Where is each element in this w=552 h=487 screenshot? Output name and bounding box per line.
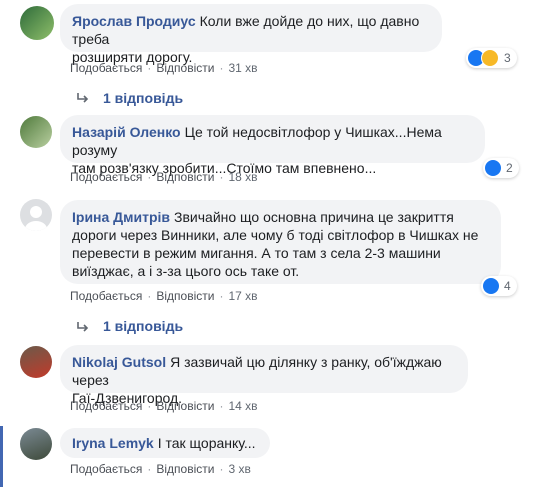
- reply-link[interactable]: Відповісти: [156, 462, 214, 476]
- reaction-count: 2: [506, 161, 513, 175]
- view-replies-link[interactable]: 1 відповідь: [103, 90, 183, 106]
- like-link[interactable]: Подобається: [70, 170, 142, 184]
- comment-text: Звичайно що основна причина це закриття: [174, 209, 454, 225]
- reply-link[interactable]: Відповісти: [156, 170, 214, 184]
- new-comment-indicator: [0, 426, 3, 487]
- comment-author[interactable]: Ірина Дмитрів: [72, 209, 170, 225]
- comment-time[interactable]: 17 хв: [228, 289, 257, 303]
- comment-actions: Подобається · Відповісти · 3 хв: [70, 462, 251, 476]
- comment-author[interactable]: Ярослав Продиус: [72, 13, 196, 29]
- default-user-icon: [25, 206, 47, 231]
- reply-arrow-icon: [77, 322, 89, 332]
- avatar[interactable]: [20, 6, 54, 40]
- avatar-placeholder[interactable]: [20, 199, 52, 231]
- comment-author[interactable]: Назарій Оленко: [72, 124, 181, 140]
- comment-author[interactable]: Iryna Lemyk: [72, 435, 154, 451]
- reply-link[interactable]: Відповісти: [156, 61, 214, 75]
- reactions-badge[interactable]: 2: [483, 158, 519, 178]
- avatar[interactable]: [20, 428, 52, 460]
- comment-author[interactable]: Nikolaj Gutsol: [72, 354, 166, 370]
- reply-link[interactable]: Відповісти: [156, 289, 214, 303]
- comment-text: перевести в режим мигання. А то там з се…: [72, 245, 441, 261]
- comment-time[interactable]: 18 хв: [228, 170, 257, 184]
- comment-bubble: Назарій Оленко Це той недосвітлофор у Чиш…: [60, 115, 485, 176]
- comment-bubble: Ірина Дмитрів Звичайно що основна причина…: [60, 200, 501, 284]
- comment-actions: Подобається · Відповісти · 31 хв: [70, 61, 258, 75]
- reaction-count: 4: [504, 279, 511, 293]
- comment-text: виїзджає, а і з-за цього ось таке от.: [72, 263, 300, 279]
- reaction-count: 3: [504, 51, 511, 65]
- comment-time[interactable]: 14 хв: [228, 399, 257, 413]
- comment-bubble: Ярослав Продиус Коли вже дойде до них, що…: [60, 4, 442, 65]
- comment-bubble: Iryna Lemyk І так щоранку...: [60, 428, 270, 458]
- reply-link[interactable]: Відповісти: [156, 399, 214, 413]
- comment-actions: Подобається · Відповісти · 17 хв: [70, 289, 258, 303]
- comment-time[interactable]: 31 хв: [228, 61, 257, 75]
- comment-bubble: Nikolaj Gutsol Я зазвичай цю ділянку з ра…: [60, 345, 468, 406]
- like-reaction-icon: [485, 160, 501, 176]
- haha-reaction-icon: [481, 49, 499, 67]
- like-link[interactable]: Подобається: [70, 399, 142, 413]
- avatar[interactable]: [20, 346, 52, 378]
- comment-actions: Подобається · Відповісти · 14 хв: [70, 399, 258, 413]
- comment-text: І так щоранку...: [157, 435, 256, 451]
- view-replies-link[interactable]: 1 відповідь: [103, 318, 183, 334]
- like-link[interactable]: Подобається: [70, 289, 142, 303]
- reply-arrow-icon: [77, 93, 89, 103]
- reactions-badge[interactable]: 4: [481, 276, 517, 296]
- like-link[interactable]: Подобається: [70, 462, 142, 476]
- comment-actions: Подобається · Відповісти · 18 хв: [70, 170, 258, 184]
- reactions-badge[interactable]: 3: [466, 48, 517, 68]
- comment-text: дороги через Винники, але чому б тоді св…: [72, 227, 479, 243]
- like-link[interactable]: Подобається: [70, 61, 142, 75]
- like-reaction-icon: [483, 278, 499, 294]
- comment-time[interactable]: 3 хв: [228, 462, 250, 476]
- avatar[interactable]: [20, 116, 52, 148]
